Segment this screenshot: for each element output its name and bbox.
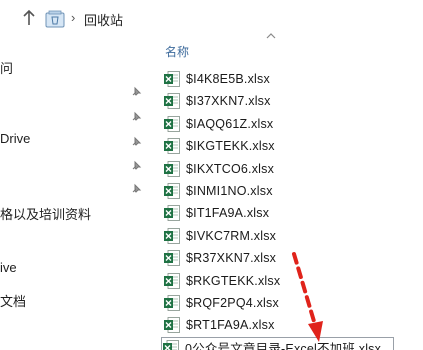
pin-icon[interactable]	[130, 160, 142, 172]
file-name: $IKXTCO6.xlsx	[186, 161, 275, 176]
column-header-name[interactable]: 名称	[165, 43, 189, 60]
excel-file-icon	[164, 317, 180, 334]
file-name: $RKGTEKK.xlsx	[186, 273, 281, 288]
file-row[interactable]: $IKGTEKK.xlsx	[163, 135, 275, 157]
file-name: $IT1FA9A.xlsx	[186, 206, 270, 221]
file-name: $RT1FA9A.xlsx	[186, 318, 275, 333]
excel-file-icon	[164, 250, 180, 267]
nav-item-quick-access[interactable]: 问	[0, 58, 13, 77]
nav-item-onedrive[interactable]: Drive	[0, 131, 30, 146]
excel-file-icon	[164, 71, 180, 87]
address-bar: › 回收站	[0, 0, 423, 38]
excel-file-icon	[164, 160, 180, 177]
nav-item-training-materials[interactable]: 格以及培训资料	[0, 204, 91, 223]
annotation-arrow	[292, 252, 323, 342]
pin-icon[interactable]	[130, 86, 142, 98]
file-name: $RQF2PQ4.xlsx	[186, 296, 279, 310]
file-name: $R37XKN7.xlsx	[186, 251, 277, 266]
file-row[interactable]: $IAQQ61Z.xlsx	[163, 113, 273, 135]
excel-file-icon	[164, 138, 180, 155]
file-row[interactable]: $RT1FA9A.xlsx	[163, 314, 275, 336]
file-row[interactable]: 0公众号文章目录-Excel不加班.xlsx	[161, 336, 395, 350]
recycle-bin-icon	[45, 10, 65, 28]
file-row[interactable]: $I37XKN7.xlsx	[163, 90, 271, 112]
excel-file-icon	[164, 272, 180, 289]
excel-file-icon	[164, 183, 180, 199]
nav-item-drive[interactable]: ive	[0, 260, 17, 275]
pin-icon[interactable]	[130, 136, 142, 148]
file-name: $I37XKN7.xlsx	[186, 94, 271, 109]
file-name: $INMI1NO.xlsx	[186, 184, 273, 198]
file-row[interactable]: $IVKC7RM.xlsx	[163, 225, 276, 247]
nav-item-documents[interactable]: 文档	[0, 291, 26, 310]
chevron-up-icon	[266, 33, 276, 39]
file-row[interactable]: $IKXTCO6.xlsx	[163, 158, 274, 180]
navigation-pane: 问 Drive 格以及培训资料 ive 文档	[0, 38, 152, 350]
excel-file-icon	[163, 339, 179, 350]
pin-icon[interactable]	[130, 111, 142, 123]
file-name: $I4K8E5B.xlsx	[186, 72, 270, 86]
file-row[interactable]: $INMI1NO.xlsx	[163, 180, 273, 202]
file-row[interactable]: $RKGTEKK.xlsx	[163, 270, 280, 292]
breadcrumb-separator: ›	[71, 10, 76, 25]
file-name: $IAQQ61Z.xlsx	[186, 116, 274, 131]
file-row[interactable]: $I4K8E5B.xlsx	[163, 68, 270, 90]
pin-icon[interactable]	[130, 183, 142, 195]
up-arrow-icon[interactable]	[22, 9, 36, 27]
file-name: 0公众号文章目录-Excel不加班.xlsx	[185, 342, 382, 350]
excel-file-icon	[164, 115, 180, 132]
file-name: $IKGTEKK.xlsx	[186, 139, 275, 154]
excel-file-icon	[164, 227, 180, 244]
excel-file-icon	[164, 205, 180, 222]
excel-file-icon	[164, 295, 180, 311]
excel-file-icon	[164, 93, 180, 110]
file-row[interactable]: $R37XKN7.xlsx	[163, 247, 276, 269]
file-row[interactable]: $IT1FA9A.xlsx	[163, 202, 269, 224]
file-name: $IVKC7RM.xlsx	[186, 228, 277, 243]
breadcrumb-location[interactable]: 回收站	[84, 10, 123, 29]
file-row[interactable]: $RQF2PQ4.xlsx	[163, 292, 279, 314]
